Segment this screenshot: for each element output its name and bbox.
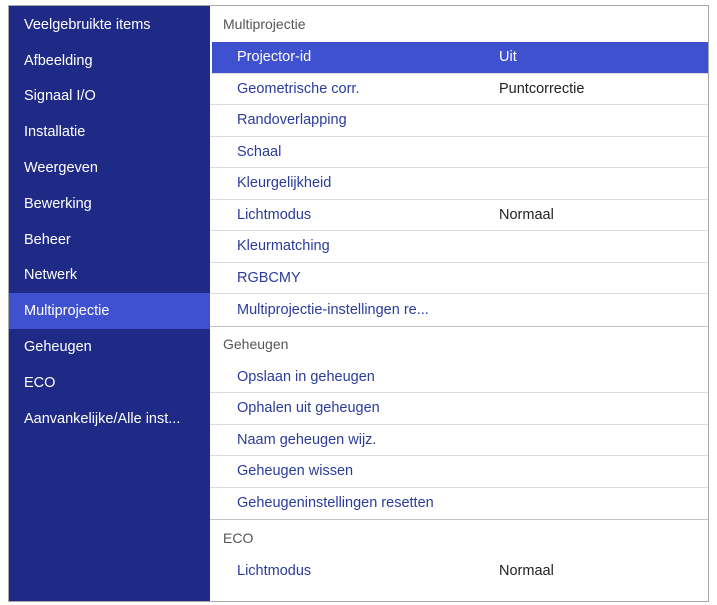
menu-row-multiprojectie-reset[interactable]: Multiprojectie-instellingen re... (210, 294, 708, 326)
sidebar-item-afbeelding[interactable]: Afbeelding (9, 43, 210, 79)
row-value: Uit (499, 49, 517, 66)
sidebar-item-veelgebruikte-items[interactable]: Veelgebruikte items (9, 7, 210, 43)
menu-row-eco-lichtmodus[interactable]: Lichtmodus Normaal (210, 555, 708, 587)
section-header-multiprojectie: Multiprojectie (223, 16, 306, 32)
sidebar-item-netwerk[interactable]: Netwerk (9, 258, 210, 294)
menu-row-opslaan-in-geheugen[interactable]: Opslaan in geheugen (210, 362, 708, 393)
sidebar-item-installatie[interactable]: Installatie (9, 114, 210, 150)
row-value: Normaal (499, 562, 554, 579)
row-label: Multiprojectie-instellingen re... (237, 301, 429, 318)
row-label: Naam geheugen wijz. (237, 431, 377, 448)
row-label: Geometrische corr. (237, 80, 360, 97)
row-label: RGBCMY (237, 269, 301, 286)
sidebar-item-multiprojectie[interactable]: Multiprojectie (9, 293, 210, 330)
menu-row-ophalen-uit-geheugen[interactable]: Ophalen uit geheugen (210, 393, 708, 425)
sidebar-item-beheer[interactable]: Beheer (9, 222, 210, 258)
row-label: Projector-id (237, 49, 312, 66)
menu-row-kleurmatching[interactable]: Kleurmatching (210, 231, 708, 263)
menu-row-rgbcmy[interactable]: RGBCMY (210, 263, 708, 294)
row-label: Lichtmodus (237, 206, 312, 223)
section-header-geheugen: Geheugen (210, 325, 708, 362)
menu-row-randoverlapping[interactable]: Randoverlapping (210, 105, 708, 137)
row-value: Normaal (499, 206, 554, 223)
row-value: Puntcorrectie (499, 80, 585, 97)
row-label: Randoverlapping (237, 112, 347, 129)
row-label: Kleurgelijkheid (237, 175, 332, 192)
row-label: Geheugen wissen (237, 463, 354, 480)
projector-menu-window: Veelgebruikte items Afbeelding Signaal I… (8, 5, 709, 602)
menu-row-schaal[interactable]: Schaal (210, 137, 708, 168)
sidebar-menu: Veelgebruikte items Afbeelding Signaal I… (9, 6, 210, 601)
menu-row-geometrische-corr[interactable]: Geometrische corr. Puntcorrectie (210, 74, 708, 105)
menu-row-projector-id[interactable]: Projector-id Uit (212, 42, 708, 74)
menu-row-naam-geheugen-wijz[interactable]: Naam geheugen wijz. (210, 425, 708, 456)
row-label: Kleurmatching (237, 238, 330, 255)
sidebar-item-aanvankelijke[interactable]: Aanvankelijke/Alle inst... (9, 401, 210, 437)
sidebar-item-weergeven[interactable]: Weergeven (9, 150, 210, 186)
section-header-eco: ECO (210, 519, 708, 555)
row-label: Opslaan in geheugen (237, 368, 375, 385)
menu-row-geheugeninstellingen-resetten[interactable]: Geheugeninstellingen resetten (210, 488, 708, 520)
menu-row-lichtmodus[interactable]: Lichtmodus Normaal (210, 200, 708, 231)
menu-row-geheugen-wissen[interactable]: Geheugen wissen (210, 456, 708, 488)
sidebar-item-geheugen[interactable]: Geheugen (9, 329, 210, 365)
settings-panel: Multiprojectie Projector-id Uit Geometri… (210, 6, 708, 601)
sidebar-item-eco[interactable]: ECO (9, 365, 210, 401)
sidebar-item-signaal-io[interactable]: Signaal I/O (9, 79, 210, 115)
menu-row-kleurgelijkheid[interactable]: Kleurgelijkheid (210, 168, 708, 200)
sidebar-item-bewerking[interactable]: Bewerking (9, 186, 210, 222)
row-label: Geheugeninstellingen resetten (237, 495, 434, 512)
row-label: Lichtmodus (237, 562, 312, 579)
row-label: Schaal (237, 143, 282, 160)
row-label: Ophalen uit geheugen (237, 400, 380, 417)
